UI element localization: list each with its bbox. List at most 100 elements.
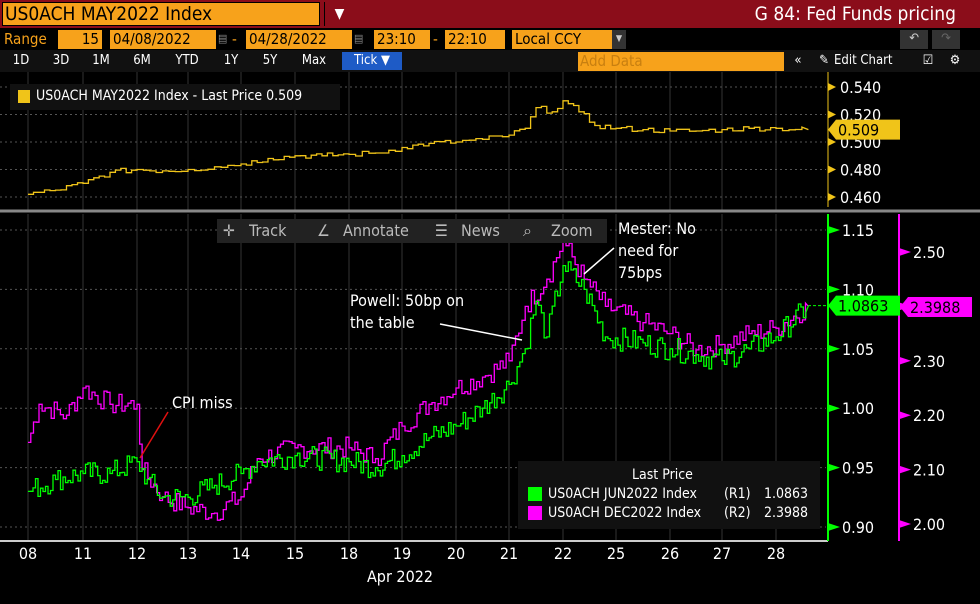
end-time-input[interactable]: 22:10	[445, 30, 505, 49]
track-icon: ✛	[223, 221, 236, 240]
legend-jun-name: US0ACH JUN2022 Index	[548, 486, 697, 502]
range-label: Range	[4, 30, 47, 48]
period-button-1y[interactable]: 1Y	[214, 52, 248, 70]
legend-swatch-dec	[528, 506, 542, 520]
gear-icon[interactable]: ⚙	[945, 52, 965, 70]
zoom-button[interactable]: Zoom	[551, 221, 593, 240]
y-tick-label-upper: 0.460	[840, 188, 881, 207]
period-button-5y[interactable]: 5Y	[254, 52, 286, 70]
annotation-mester: Mester: No need for 75bps	[618, 219, 696, 282]
x-tick-label: 21	[500, 544, 518, 563]
y-tick-r2	[899, 520, 911, 528]
y-tick-r2	[899, 356, 911, 365]
zoom-icon: ⌕	[523, 221, 532, 240]
last-price-tag-may-value: 0.509	[838, 121, 879, 140]
legend-swatch-jun	[528, 487, 542, 501]
y-tick-label-r1: 1.05	[842, 340, 874, 359]
y-tick-label-upper: 0.480	[840, 161, 881, 180]
range-period-input[interactable]: 15	[58, 30, 102, 49]
annotation-arrow-powell	[439, 323, 523, 341]
x-tick-label: 27	[713, 544, 731, 563]
redo-icon[interactable]: ↷	[932, 30, 960, 49]
period-button-6m[interactable]: 6M	[124, 52, 160, 70]
y-tick-label-r1: 0.90	[842, 518, 874, 537]
annotation-cpi-miss: CPI miss	[172, 393, 233, 412]
end-date-input[interactable]: 04/28/2022	[246, 30, 352, 49]
x-tick-label: 13	[179, 544, 197, 563]
security-input[interactable]: US0ACH MAY2022 Index	[2, 2, 320, 26]
chart-area[interactable]: 0.5400.5200.5000.4800.4601.151.101.051.0…	[0, 72, 980, 604]
legend-swatch-may	[18, 90, 30, 103]
annotation-arrow-cpi	[139, 411, 169, 459]
currency-select[interactable]: Local CCY	[512, 30, 612, 49]
x-axis-label: Apr 2022	[367, 567, 433, 586]
security-dropdown[interactable]: ▼	[324, 2, 354, 26]
y-tick-label-r2: 2.20	[913, 406, 945, 425]
legend-label-may: US0ACH MAY2022 Index - Last Price 0.509	[36, 88, 303, 104]
period-button-max[interactable]: Max	[292, 52, 336, 70]
checklist-icon[interactable]: ☑	[918, 52, 938, 70]
undo-icon[interactable]: ↶	[900, 30, 928, 49]
news-button[interactable]: News	[461, 221, 500, 240]
pencil-icon: ✎	[819, 53, 829, 68]
y-tick-r1	[828, 463, 840, 472]
currency-dropdown-icon[interactable]: ▼	[612, 30, 626, 49]
y-tick-label-r1: 1.00	[842, 399, 874, 418]
legend-jun-axis: (R1)	[724, 486, 751, 502]
annotation-arrow-mester	[583, 247, 615, 275]
x-tick-label: 28	[767, 544, 785, 563]
period-button-ytd[interactable]: YTD	[166, 52, 208, 70]
y-tick-r1	[828, 404, 840, 413]
y-tick-label-r2: 2.00	[913, 515, 945, 534]
start-date-input[interactable]: 04/08/2022	[110, 30, 216, 49]
last-price-tag-dec-value: 2.3988	[910, 298, 960, 317]
x-tick-label: 26	[661, 544, 679, 563]
x-tick-label: 19	[393, 544, 411, 563]
y-tick-label-r2: 2.50	[913, 243, 945, 262]
x-tick-label: 15	[286, 544, 304, 563]
y-tick-upper	[828, 138, 836, 146]
annotate-icon: ∠	[317, 221, 330, 240]
track-button[interactable]: Track	[249, 221, 286, 240]
x-tick-label: 18	[340, 544, 358, 563]
annotate-button[interactable]: Annotate	[343, 221, 409, 240]
start-time-input[interactable]: 23:10	[374, 30, 430, 49]
y-tick-r1	[828, 285, 840, 294]
chart-tools: ✛ Track ∠ Annotate ☰ News ⌕ Zoom	[217, 219, 607, 243]
y-tick-upper	[828, 193, 836, 201]
legend-dec-name: US0ACH DEC2022 Index	[548, 505, 702, 521]
lower-legend: Last Price US0ACH JUN2022 Index (R1) 1.0…	[518, 461, 820, 529]
y-tick-upper	[828, 110, 836, 119]
legend-jun-value: 1.0863	[764, 486, 809, 502]
y-tick-label-r1: 1.15	[842, 221, 874, 240]
page-title: G 84: Fed Funds pricing	[754, 3, 956, 25]
y-tick-label-upper: 0.540	[840, 78, 881, 97]
period-button-1d[interactable]: 1D	[4, 52, 38, 70]
calendar-icon[interactable]: ▤	[354, 32, 363, 45]
calendar-icon[interactable]: ▤	[218, 32, 227, 45]
last-price-tag-jun-value: 1.0863	[838, 297, 888, 316]
legend-dec-axis: (R2)	[724, 505, 751, 521]
period-button-1m[interactable]: 1M	[84, 52, 118, 70]
y-tick-r1	[828, 523, 840, 531]
legend-dec-value: 2.3988	[764, 505, 809, 521]
y-tick-r1	[828, 226, 840, 234]
x-tick-label: 12	[128, 544, 146, 563]
x-tick-label: 14	[232, 544, 250, 563]
y-tick-label-r2: 2.30	[913, 352, 945, 371]
time-dash: -	[433, 30, 438, 48]
y-tick-r2	[899, 465, 911, 474]
tick-dropdown[interactable]: Tick ▼	[342, 52, 402, 70]
y-tick-r2	[899, 411, 911, 420]
period-button-3d[interactable]: 3D	[44, 52, 78, 70]
edit-chart-button[interactable]: Edit Chart	[834, 52, 910, 70]
x-tick-label: 08	[19, 544, 37, 563]
add-data-input[interactable]: Add Data	[578, 52, 784, 71]
x-tick-label: 20	[447, 544, 465, 563]
y-tick-upper	[828, 83, 836, 91]
y-tick-label-r2: 2.10	[913, 461, 945, 480]
y-tick-label-r1: 0.95	[842, 459, 874, 478]
x-tick-label: 25	[607, 544, 625, 563]
x-tick-label: 22	[554, 544, 572, 563]
collapse-icon[interactable]: «	[788, 52, 808, 70]
